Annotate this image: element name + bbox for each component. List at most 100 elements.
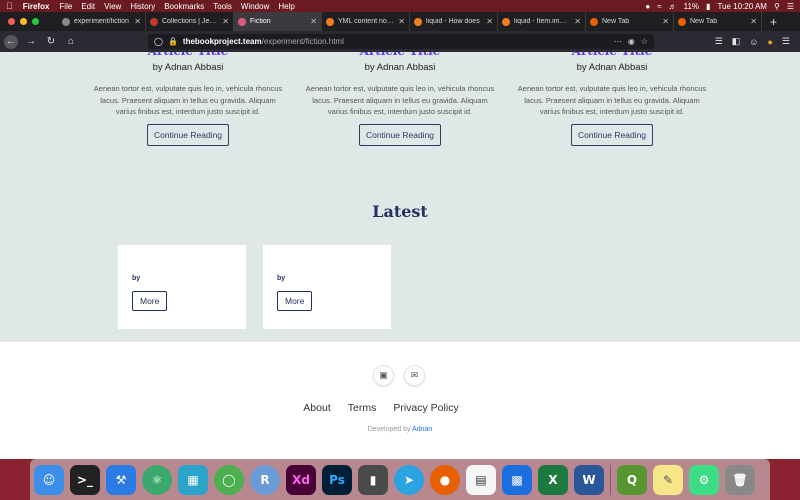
finder-icon[interactable]: ☺ [34,464,64,495]
xd-icon[interactable]: Xd [286,464,316,495]
close-tab-icon[interactable]: ✕ [222,17,229,26]
menu-tools[interactable]: Tools [213,2,232,11]
close-tab-icon[interactable]: ✕ [486,17,493,26]
continue-reading-button[interactable]: Continue Reading [570,123,654,146]
menu-bookmarks[interactable]: Bookmarks [164,2,204,11]
close-tab-icon[interactable]: ✕ [398,17,405,26]
shield-icon[interactable]: ◯ [154,37,163,46]
pocket-icon[interactable]: ◉ [628,37,635,46]
menu-view[interactable]: View [104,2,121,11]
mail-icon[interactable]: ✉ [404,365,425,386]
control-center-icon[interactable]: ☰ [787,2,794,11]
firefox-icon [678,17,686,26]
home-icon[interactable]: ⌂ [64,35,78,49]
wifi-icon[interactable]: ≈ [657,2,661,11]
zoom-window-button[interactable] [32,18,39,25]
more-button[interactable]: More [132,291,168,311]
article-card: Article Title by Adnan Abbasi Aenean tor… [302,52,498,146]
close-tab-icon[interactable]: ✕ [134,17,141,26]
back-icon[interactable]: ← [4,34,18,49]
calendar-icon[interactable]: ▤ [466,464,496,495]
close-tab-icon[interactable]: ✕ [574,17,581,26]
close-window-button[interactable] [8,18,15,25]
menu-edit[interactable]: Edit [81,2,95,11]
tab-github[interactable]: experiment/fiction ✕ [58,12,146,31]
footer-link-terms[interactable]: Terms [348,402,377,414]
menu-icon[interactable]: ☰ [782,36,790,47]
stackoverflow-icon [326,17,334,26]
menu-help[interactable]: Help [278,2,294,11]
word-icon[interactable]: W [574,464,604,495]
tab-jekyll[interactable]: Collections | Jekyll ✕ [146,12,234,31]
status-app-icon[interactable]: ● [645,2,650,11]
tab-new-2[interactable]: New Tab ✕ [674,12,762,31]
menu-history[interactable]: History [130,2,155,11]
url-path: /experiment/fiction.html [261,37,344,46]
developer-link[interactable]: Adnan [412,426,432,433]
close-tab-icon[interactable]: ✕ [750,17,757,26]
article-byline: by Adnan Abbasi [576,62,648,73]
trash-icon[interactable]: 🗑 [725,464,755,495]
atom-icon[interactable]: ⚛ [142,464,172,495]
photoshop-icon[interactable]: Ps [322,464,352,495]
tab-liquid-how[interactable]: liquid - How does ✕ [410,12,498,31]
address-bar[interactable]: ◯ 🔒 thebookproject.team/experiment/ficti… [148,34,654,49]
tab-fiction[interactable]: Fiction ✕ [234,12,322,31]
menu-file[interactable]: File [59,2,72,11]
apple-icon[interactable]:  [6,1,13,11]
spotlight-icon[interactable]: ⚲ [774,2,780,11]
social-links: ▣ ✉ [373,365,425,386]
circle-app-icon[interactable]: ◯ [214,464,244,495]
keynote-icon[interactable]: ▩ [502,464,532,495]
sidebar-icon[interactable]: ◧ [732,36,741,47]
account-icon[interactable]: ☺ [749,37,758,47]
tab-new-1[interactable]: New Tab ✕ [586,12,674,31]
forward-icon[interactable]: → [24,35,38,49]
dock-separator [610,464,611,495]
xcode-icon[interactable]: ⚒ [106,464,136,495]
minimize-window-button[interactable] [20,18,27,25]
reload-icon[interactable]: ↻ [44,35,58,49]
notes-icon[interactable]: ✎ [653,464,683,495]
tab-liquid-image[interactable]: liquid - Item.image ✕ [498,12,586,31]
close-tab-icon[interactable]: ✕ [662,17,669,26]
app-icon[interactable]: ▦ [178,464,208,495]
article-title[interactable]: Article Title [302,52,498,60]
article-excerpt: Aenean tortor est, vulputate quis leo in… [93,84,283,116]
footer-link-about[interactable]: About [303,402,330,414]
article-title[interactable]: Article Title [90,52,286,60]
battery-percent[interactable]: 11% [684,2,699,11]
page-actions-icon[interactable]: ⋯ [614,37,622,46]
tab-yml[interactable]: YML content not d ✕ [322,12,410,31]
browser-toolbar: ← → ↻ ⌂ ◯ 🔒 thebookproject.team/experime… [0,31,800,52]
continue-reading-button[interactable]: Continue Reading [358,123,442,146]
sublime-icon[interactable]: ▮ [358,464,388,495]
library-icon[interactable]: ☰ [715,36,723,47]
new-tab-button[interactable]: + [762,12,785,31]
tab-strip: experiment/fiction ✕ Collections | Jekyll… [0,12,800,31]
volume-icon[interactable]: ♬ [669,2,677,11]
menu-window[interactable]: Window [241,2,269,11]
latest-card: by More [118,245,246,329]
android-studio-icon[interactable]: ⚙ [689,464,719,495]
battery-icon[interactable]: ▮ [706,2,710,11]
bookmark-star-icon[interactable]: ☆ [641,37,648,46]
excel-icon[interactable]: X [538,464,568,495]
continue-reading-button[interactable]: Continue Reading [146,123,230,146]
article-title[interactable]: Article Title [514,52,710,60]
footer-link-privacy[interactable]: Privacy Policy [393,402,458,414]
firefox-icon[interactable]: ● [430,464,460,495]
firefox-icon [590,17,598,26]
qgis-icon[interactable]: Q [617,464,647,495]
instagram-icon[interactable]: ▣ [373,365,394,386]
more-button[interactable]: More [277,291,313,311]
lock-icon[interactable]: 🔒 [168,37,178,46]
clock[interactable]: Tue 10:20 AM [717,2,767,11]
telegram-icon[interactable]: ➤ [394,464,424,495]
close-tab-icon[interactable]: ✕ [310,17,317,26]
terminal-icon[interactable]: >_ [70,464,100,495]
r-icon[interactable]: R [250,464,280,495]
extension-icon[interactable]: ● [767,37,772,47]
app-menu-firefox[interactable]: Firefox [23,2,50,11]
article-byline: by Adnan Abbasi [152,62,224,73]
